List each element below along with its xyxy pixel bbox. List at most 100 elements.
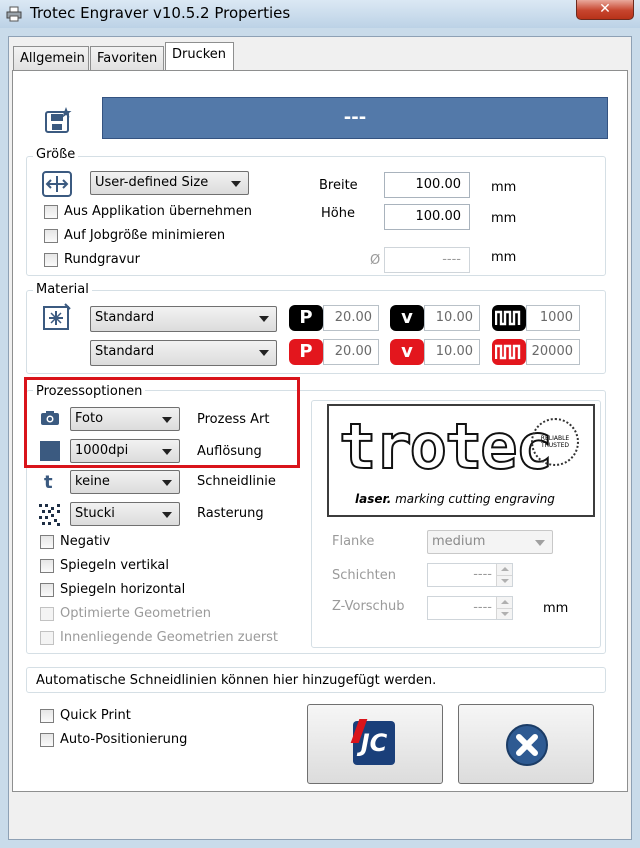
logo-tagline-rest: marking cutting engraving [391,492,555,506]
process-art-select[interactable]: Foto [70,407,180,431]
print-to-jobcontrol-button[interactable]: JC [307,704,443,784]
mirror-horizontal-checkbox[interactable]: Spiegeln horizontal [40,582,185,600]
size-preset-select[interactable]: User-defined Size [90,171,249,195]
tab-favoriten[interactable]: Favoriten [90,46,164,70]
schichten-label: Schichten [332,568,396,583]
height-input[interactable]: 100.00 [384,204,470,230]
cancel-x-icon [506,724,548,766]
size-group-label: Größe [33,147,79,162]
checkbox-box [40,631,54,645]
power-badge-1: P [289,305,323,331]
velocity-value-1: 10.00 [424,305,480,331]
inner-geometry-first-checkbox: Innenliegende Geometrien zuerst [40,630,278,648]
z-vorschub-spinner: ---- [427,596,513,620]
mirror-vertical-checkbox[interactable]: Spiegeln vertikal [40,558,169,576]
width-unit: mm [491,180,517,195]
frequency-badge-2 [492,339,526,365]
diameter-symbol: Ø [370,253,381,268]
spin-up-icon [496,597,512,608]
cut-line-icon: t [44,472,53,493]
z-vorschub-label: Z-Vorschub [332,599,405,614]
power-badge-2: P [289,339,323,365]
raster-label: Rasterung [197,506,264,521]
spin-up-icon [496,564,512,575]
flanke-label: Flanke [332,534,375,549]
close-button[interactable]: ✕ [576,0,634,20]
height-unit: mm [491,211,517,226]
frequency-value-1: 1000 [526,305,580,331]
schichten-value: ---- [473,567,492,582]
cut-line-select[interactable]: keine [70,470,180,494]
power-value-1: 20.00 [323,305,379,331]
cut-line-label: Schneidlinie [197,474,276,489]
checkbox-box [40,607,54,621]
checkbox-box [40,733,54,747]
frequency-value-2: 20000 [526,339,580,365]
cancel-button[interactable] [458,704,594,784]
material-laser-icon[interactable] [42,303,72,333]
width-label: Breite [319,178,358,193]
spin-down-icon [496,608,512,619]
quick-print-checkbox[interactable]: Quick Print [40,708,131,726]
resolution-label: Auflösung [197,444,262,459]
material-2-value: Standard [95,344,155,359]
velocity-badge-1: v [390,305,424,331]
chevron-down-icon [231,181,241,187]
auto-positioning-checkbox[interactable]: Auto-Positionierung [40,732,187,750]
quality-stamp: RELIABLE TRUSTED [531,418,579,466]
chevron-down-icon [259,316,269,322]
chevron-down-icon [162,512,172,518]
chevron-down-icon [259,350,269,356]
rundgravur-label: Rundgravur [64,252,141,267]
flanke-select: medium [427,530,553,554]
rundgravur-checkbox[interactable]: Rundgravur [44,252,140,270]
checkbox-box [40,709,54,723]
schichten-spinner: ---- [427,563,513,587]
material-group-label: Material [33,282,92,297]
checkbox-box [40,535,54,549]
checkbox-box [40,559,54,573]
mirror-vertical-label: Spiegeln vertikal [60,558,169,573]
width-input[interactable]: 100.00 [384,172,470,198]
resolution-select[interactable]: 1000dpi [70,439,180,463]
material-select-1[interactable]: Standard [90,306,277,332]
save-favorite-icon[interactable] [43,106,73,136]
inner-geometry-first-label: Innenliegende Geometrien zuerst [60,630,279,645]
properties-window: Trotec Engraver v10.5.2 Properties ✕ All… [0,0,640,848]
material-select-2[interactable]: Standard [90,340,277,366]
material-1-value: Standard [95,310,155,325]
negativ-label: Negativ [60,534,111,549]
checkbox-box [44,205,58,219]
aus-applikation-label: Aus Applikation übernehmen [64,204,252,219]
frequency-wave-icon [495,310,521,326]
aus-applikation-checkbox[interactable]: Aus Applikation übernehmen [44,204,252,222]
info-message: Automatische Schneidlinien können hier h… [26,667,606,693]
chevron-down-icon [162,449,172,455]
tab-drucken[interactable]: Drucken [165,42,234,70]
process-art-label: Prozess Art [197,412,270,427]
jobgroesse-minimieren-checkbox[interactable]: Auf Jobgröße minimieren [44,228,225,246]
negativ-checkbox[interactable]: Negativ [40,534,110,552]
diameter-unit: mm [491,250,517,265]
title-bar: Trotec Engraver v10.5.2 Properties ✕ [0,0,640,28]
quick-print-label: Quick Print [60,708,131,723]
velocity-badge-2: v [390,339,424,365]
jobgroesse-minimieren-label: Auf Jobgröße minimieren [64,228,226,243]
tab-allgemein[interactable]: Allgemein [13,46,89,70]
flanke-value: medium [432,534,486,549]
size-preset-value: User-defined Size [95,175,209,190]
resize-icon [42,171,72,197]
resolution-value: 1000dpi [75,443,129,458]
checkbox-box [40,583,54,597]
z-vorschub-value: ---- [473,600,492,615]
resolution-icon [40,441,60,461]
camera-icon [41,411,59,425]
diameter-input: ---- [384,247,470,273]
z-vorschub-unit: mm [543,601,569,616]
auto-positioning-label: Auto-Positionierung [60,732,188,747]
raster-select[interactable]: Stucki [70,502,180,526]
power-value-2: 20.00 [323,339,379,365]
window-title: Trotec Engraver v10.5.2 Properties [30,4,291,22]
frequency-wave-icon [495,344,521,360]
logo-tagline: laser. marking cutting engraving [355,492,555,506]
